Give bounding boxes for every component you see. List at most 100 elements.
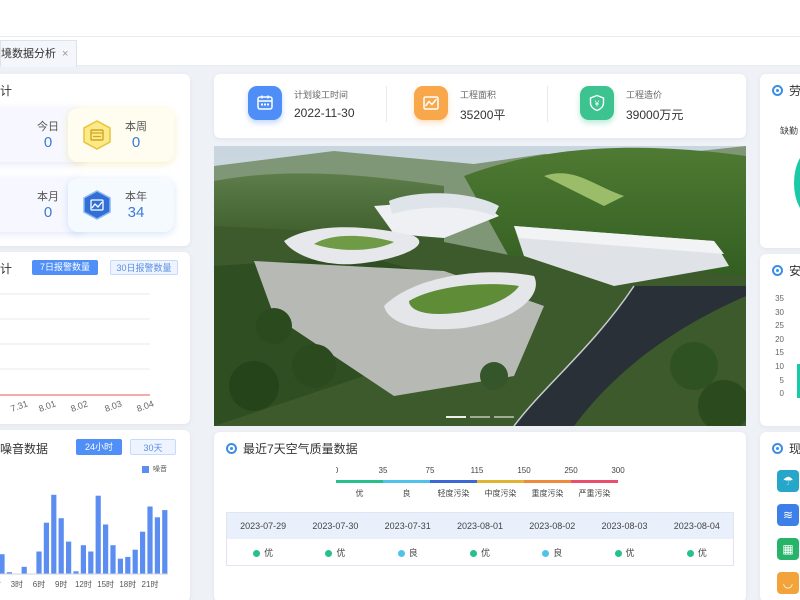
alarm-stats-card: 计 今日 0 本周 0 本月 0 本年 34 [0, 74, 190, 246]
noise-bar [132, 549, 138, 574]
status-cell: 优 [444, 539, 516, 567]
stat-week: 本周 0 [68, 108, 174, 162]
stat-label: 今日 [37, 121, 59, 133]
svg-text:¥: ¥ [594, 100, 600, 109]
money-shield-icon: ¥ [580, 86, 614, 120]
y-tick: 25 [775, 321, 784, 331]
info-label: 工程造价 [626, 90, 663, 100]
x-tick-label: 8.03 [103, 398, 123, 413]
scale-number: 35 [379, 466, 388, 475]
noise-bar [95, 495, 101, 574]
card-title-text: 现 [789, 442, 800, 456]
info-value: 39000万元 [626, 108, 684, 122]
status-text: 良 [408, 548, 418, 558]
scale-segment [430, 480, 477, 483]
scale-label: 中度污染 [485, 488, 517, 498]
absence-label: 缺勤 [780, 126, 799, 136]
status-cell: 良 [516, 539, 588, 567]
status-cell: 优 [299, 539, 371, 567]
noise-bar [0, 554, 5, 574]
scale-number: 300 [611, 466, 625, 475]
status-cell: 优 [227, 539, 299, 567]
info-label: 工程面积 [460, 90, 497, 100]
status-dot [542, 549, 550, 557]
x-tick-label: 0时 [0, 579, 1, 589]
status-text: 良 [553, 548, 563, 558]
wind-icon[interactable]: ≋ [777, 504, 799, 526]
btn-30day-alarm[interactable]: 30日报警数量 [110, 260, 178, 275]
scale-segment [571, 480, 618, 483]
alarm-chart-card: 计 7日报警数量 30日报警数量 7.31 8.01 8.02 8.03 8.0… [0, 252, 190, 424]
y-tick: 5 [779, 375, 784, 385]
x-tick-label: 21时 [142, 579, 159, 589]
noise-bar-chart: 0时 3时 6时 9时 12时 15时 18时 21时 [0, 494, 168, 589]
scale-label: 轻度污染 [438, 488, 470, 498]
card-title: 最近7天空气质量数据 [226, 440, 358, 457]
btn-7day-alarm[interactable]: 7日报警数量 [32, 260, 98, 275]
btn-24hours[interactable]: 24小时 [76, 439, 122, 455]
status-cell: 优 [661, 539, 733, 567]
card-title-text: 最近7天空气质量数据 [243, 442, 358, 456]
status-text: 优 [480, 548, 490, 558]
project-info-card: 计划竣工时间 2022-11-30 工程面积 35200平 ¥ 工程造价 390… [214, 74, 746, 138]
card-title: 现 [772, 440, 800, 457]
status-dot [397, 549, 405, 557]
scale-number: 75 [426, 466, 435, 475]
calendar-icon [248, 86, 282, 120]
status-text: 优 [625, 548, 635, 558]
y-tick: 0 [779, 389, 784, 399]
legend: 噪音 [142, 464, 167, 474]
noise-bar [66, 541, 72, 574]
date-cell: 2023-07-29 [240, 521, 287, 531]
stat-value: 0 [43, 134, 53, 151]
card-title: 计 [0, 262, 13, 276]
stat-label: 本周 [125, 121, 147, 133]
btn-30days[interactable]: 30天 [130, 439, 176, 455]
area-chart-icon [414, 86, 448, 120]
y-tick: 10 [775, 361, 784, 371]
card-title: 计 [0, 84, 13, 98]
info-value: 2022-11-30 [294, 106, 355, 120]
stat-label: 本月 [37, 191, 59, 203]
noise-bar [140, 531, 146, 574]
info-value: 35200平 [460, 108, 506, 122]
info-label: 计划竣工时间 [294, 90, 349, 100]
status-dot [469, 549, 477, 557]
x-tick-label: 15时 [97, 579, 114, 589]
target-icon [772, 265, 783, 276]
noise-bar [117, 558, 123, 574]
x-tick-label: 8.01 [37, 398, 57, 413]
donut-chart [794, 148, 800, 218]
date-cell: 2023-08-02 [529, 521, 576, 531]
noise-bar [110, 545, 116, 574]
tab-close-icon[interactable]: × [62, 41, 68, 67]
umbrella-icon[interactable]: ☂ [777, 470, 799, 492]
y-axis-ticks: 35 30 25 20 15 10 5 0 [768, 292, 784, 401]
basket-icon[interactable]: ◡ [777, 572, 799, 594]
status-dot [686, 549, 694, 557]
legend-label: 噪音 [153, 466, 167, 473]
divider [547, 86, 548, 122]
date-cell: 2023-08-04 [673, 521, 720, 531]
status-text: 优 [264, 548, 274, 558]
tab-env-analysis[interactable]: 境数据分析 × [0, 40, 78, 67]
date-cell: 2023-08-03 [601, 521, 648, 531]
top-header [0, 0, 800, 36]
noise-bar [103, 524, 109, 574]
scale-segment [383, 480, 430, 483]
alarm-line-chart: 7.31 8.01 8.02 8.03 8.04 [0, 293, 155, 414]
stat-value: 34 [127, 204, 145, 221]
tab-label: 境数据分析 [1, 48, 56, 60]
stat-value: 0 [43, 204, 53, 221]
status-cell: 良 [372, 539, 444, 567]
card-title: 劳 [772, 82, 800, 99]
status-cell: 优 [588, 539, 660, 567]
target-icon [772, 443, 783, 454]
y-tick: 35 [775, 294, 784, 303]
noise-bar [154, 517, 160, 574]
status-text: 优 [336, 548, 346, 558]
noise-bar [36, 551, 42, 574]
scale-segment [524, 480, 571, 483]
scale-label: 严重污染 [579, 488, 611, 498]
grid-icon[interactable]: ▦ [777, 538, 799, 560]
